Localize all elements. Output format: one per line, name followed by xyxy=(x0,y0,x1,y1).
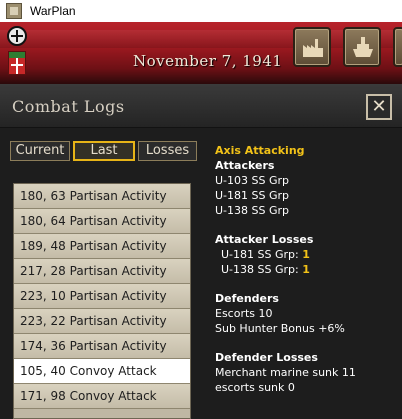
attackers-header: Attackers xyxy=(215,159,275,172)
combat-details: Axis Attacking Attackers U-103 SS Grp U-… xyxy=(215,143,400,395)
list-item[interactable]: 180, 63 Partisan Activity xyxy=(14,184,190,209)
list-item[interactable]: 223, 10 Partisan Activity xyxy=(14,284,190,309)
list-item[interactable]: 180, 64 Partisan Activity xyxy=(14,209,190,234)
list-item[interactable]: 174, 36 Partisan Activity xyxy=(14,334,190,359)
list-item-selected[interactable]: 105, 40 Convoy Attack xyxy=(14,359,190,384)
log-tabs: Current Last Losses xyxy=(10,141,200,161)
ship-icon xyxy=(353,37,373,57)
tab-current[interactable]: Current xyxy=(10,141,70,161)
naval-button[interactable] xyxy=(343,27,381,67)
panel-header: Combat Logs ✕ xyxy=(0,85,402,128)
defender-losses-header: Defender Losses xyxy=(215,351,318,364)
defender-loss: Merchant marine sunk 11 xyxy=(215,366,356,379)
defenders-header: Defenders xyxy=(215,292,279,305)
list-item[interactable]: 223, 22 Partisan Activity xyxy=(14,309,190,334)
attacker-unit: U-138 SS Grp xyxy=(215,204,290,217)
attacker-loss-unit: U-181 SS Grp: xyxy=(221,248,299,261)
list-item[interactable]: 171, 98 Convoy Attack xyxy=(14,384,190,409)
nation-flag-icon[interactable] xyxy=(8,51,26,75)
game-header: November 7, 1941 xyxy=(0,22,402,84)
panel-title: Combat Logs xyxy=(12,97,125,116)
attacker-loss-value: 1 xyxy=(302,263,310,276)
window-titlebar: WarPlan xyxy=(0,0,402,23)
combat-list: 180, 63 Partisan Activity 180, 64 Partis… xyxy=(13,183,191,419)
combat-side: Axis Attacking xyxy=(215,144,305,157)
nation-block xyxy=(2,24,32,80)
iron-cross-icon[interactable] xyxy=(7,26,27,46)
attacker-unit: U-103 SS Grp xyxy=(215,174,290,187)
defender-info: Sub Hunter Bonus +6% xyxy=(215,322,345,335)
defender-info: Escorts 10 xyxy=(215,307,273,320)
close-button[interactable]: ✕ xyxy=(366,94,392,120)
attacker-loss-row: U-138 SS Grp: 1 xyxy=(215,262,400,277)
combat-logs-panel: Combat Logs ✕ Current Last Losses 180, 6… xyxy=(0,84,402,419)
list-item[interactable]: 217, 28 Partisan Activity xyxy=(14,259,190,284)
window-title: WarPlan xyxy=(30,4,76,18)
tab-losses[interactable]: Losses xyxy=(138,141,197,161)
more-button[interactable] xyxy=(393,27,402,67)
list-item[interactable]: 189, 48 Partisan Activity xyxy=(14,234,190,259)
game-date: November 7, 1941 xyxy=(133,52,283,70)
production-button[interactable] xyxy=(293,27,331,67)
factory-icon xyxy=(303,39,323,57)
app-icon xyxy=(6,3,22,19)
tab-last[interactable]: Last xyxy=(73,141,135,161)
defender-loss: escorts sunk 0 xyxy=(215,381,295,394)
attacker-loss-row: U-181 SS Grp: 1 xyxy=(215,247,400,262)
attacker-unit: U-181 SS Grp xyxy=(215,189,290,202)
attacker-loss-unit: U-138 SS Grp: xyxy=(221,263,299,276)
header-stripe xyxy=(0,30,402,48)
attacker-loss-value: 1 xyxy=(302,248,310,261)
attacker-losses-header: Attacker Losses xyxy=(215,233,314,246)
